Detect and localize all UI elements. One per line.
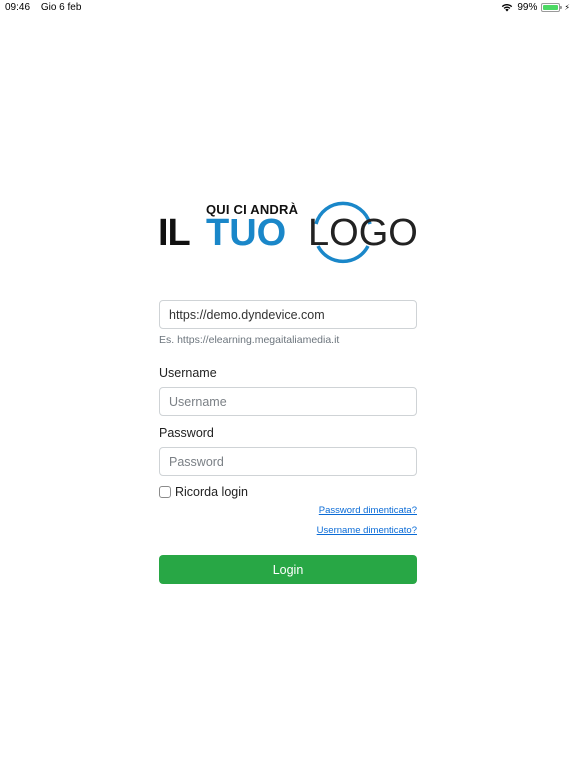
status-left: 09:46 Gio 6 feb [5, 2, 89, 13]
logo-word-logo: LOGO [308, 212, 418, 254]
app-logo: QUI CI ANDRÀ IL TUO LOGO [158, 198, 420, 268]
battery-icon [541, 3, 563, 12]
status-date: Gio 6 feb [40, 2, 82, 13]
remember-login-checkbox[interactable] [159, 486, 171, 498]
forgot-username-link[interactable]: Username dimenticato? [317, 525, 417, 536]
login-button[interactable]: Login [159, 555, 417, 584]
status-time: 09:46 [5, 2, 31, 13]
password-label: Password [159, 426, 214, 440]
server-url-input[interactable] [159, 300, 417, 329]
logo-word-tuo: TUO [206, 212, 287, 254]
status-right: 99% ⚡ [501, 2, 570, 13]
server-url-hint: Es. https://elearning.megaitaliamedia.it [159, 334, 340, 346]
username-label: Username [159, 366, 217, 380]
password-input[interactable] [159, 447, 417, 476]
login-form: Es. https://elearning.megaitaliamedia.it… [159, 300, 417, 584]
status-bar: 09:46 Gio 6 feb 99% ⚡ [0, 0, 576, 16]
logo-word-il: IL [158, 212, 191, 254]
remember-login-label: Ricorda login [175, 485, 248, 499]
username-input[interactable] [159, 387, 417, 416]
wifi-icon [502, 4, 513, 12]
forgot-password-link[interactable]: Password dimenticata? [319, 505, 417, 516]
battery-fill [543, 5, 559, 10]
remember-login-row[interactable]: Ricorda login [159, 485, 417, 499]
bolt-icon: ⚡ [564, 3, 570, 12]
battery-percent: 99% [517, 2, 538, 13]
